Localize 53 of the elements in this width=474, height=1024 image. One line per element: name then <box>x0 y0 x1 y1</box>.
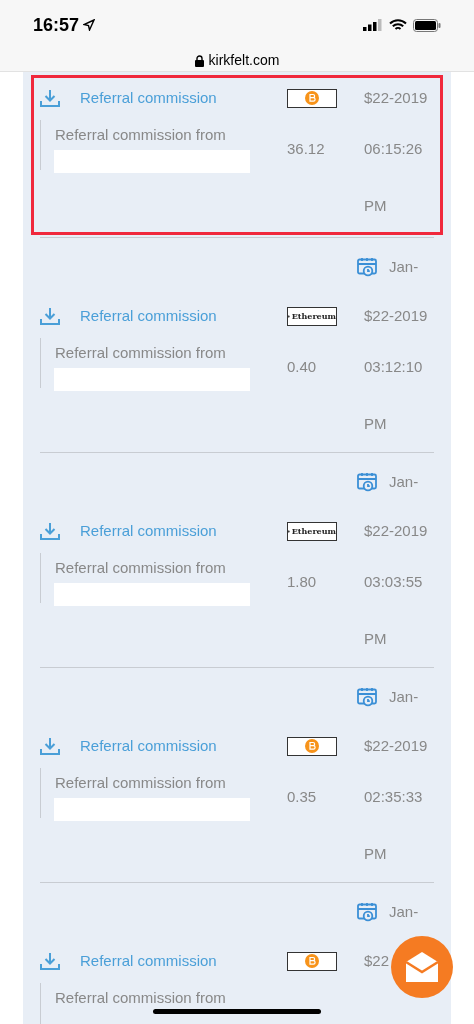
date-text: Jan- <box>389 901 420 922</box>
calendar-clock-icon <box>357 257 377 277</box>
signal-icon <box>363 19 383 31</box>
bitcoin-icon <box>305 91 319 105</box>
date-text: Jan- <box>389 471 420 492</box>
description-text: Referral commission from <box>55 343 227 363</box>
page-url[interactable]: kirkfelt.com <box>208 50 280 71</box>
date-text: $22-2019 <box>364 87 428 108</box>
meridiem-text: PM <box>364 843 387 864</box>
envelope-icon <box>404 950 440 984</box>
time-text: 02:35:33 <box>364 787 423 807</box>
date-text: $22-2019 <box>364 305 428 326</box>
download-icon <box>40 522 60 540</box>
transaction-title[interactable]: Referral commission <box>80 734 287 758</box>
description-text: Referral commission from <box>55 125 227 145</box>
amount-text: 0.40 <box>287 357 318 377</box>
ethereum-badge: Ethereum <box>287 306 337 326</box>
wifi-icon <box>389 18 407 32</box>
meridiem-text: PM <box>364 195 387 216</box>
amount-text: 1.80 <box>287 572 318 592</box>
lock-icon <box>194 54 204 67</box>
transaction-title[interactable]: Referral commission <box>80 519 287 543</box>
ethereum-badge: Ethereum <box>287 521 337 541</box>
transaction-title[interactable]: Referral commission <box>80 304 287 328</box>
download-icon <box>40 952 60 970</box>
download-icon <box>40 737 60 755</box>
bitcoin-icon <box>305 739 319 753</box>
calendar-clock-icon <box>357 687 377 707</box>
meridiem-text: PM <box>364 413 387 434</box>
description-text: Referral commission from <box>55 773 227 793</box>
location-arrow-icon <box>83 19 96 31</box>
time-text: 03:12:10 <box>364 357 423 377</box>
calendar-clock-icon <box>357 902 377 922</box>
date-text: Jan- <box>389 686 420 707</box>
time-text: 03:03:55 <box>364 572 423 592</box>
transaction-title[interactable]: Referral commission <box>80 949 287 973</box>
download-icon <box>40 307 60 325</box>
amount-text: 0.35 <box>287 787 318 807</box>
date-text: $22-2019 <box>364 735 428 756</box>
description-text: Referral commission from <box>55 988 227 1008</box>
meridiem-text: PM <box>364 628 387 649</box>
description-text: Referral commission from <box>55 558 227 578</box>
date-text: $22-2019 <box>364 520 428 541</box>
calendar-clock-icon <box>357 472 377 492</box>
amount-text: 36.12 <box>287 139 326 159</box>
bitcoin-icon <box>305 954 319 968</box>
date-text: $22 <box>364 950 390 971</box>
battery-icon <box>413 18 441 32</box>
download-icon <box>40 89 60 107</box>
time-text: 06:15:26 <box>364 139 423 159</box>
date-text: Jan- <box>389 256 420 277</box>
transaction-title[interactable]: Referral commission <box>80 86 287 110</box>
clock-time: 16:57 <box>33 13 80 37</box>
